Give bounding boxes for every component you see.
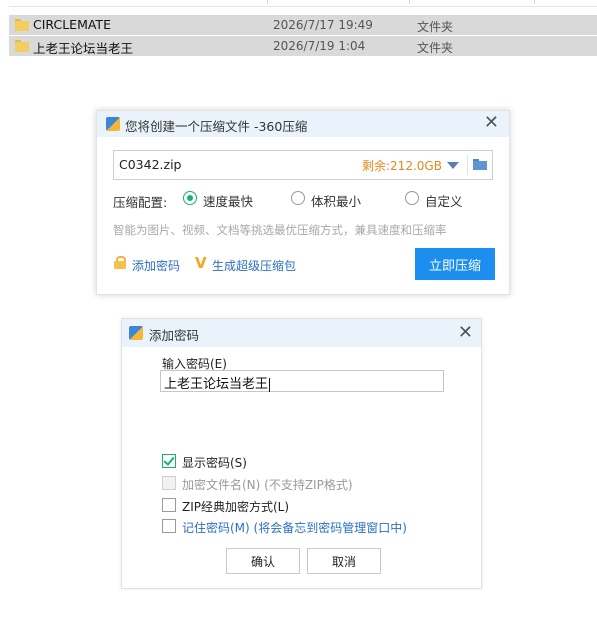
app-360zip-icon [129, 326, 143, 340]
dialog-title: 您将创建一个压缩文件 -360压缩 [125, 119, 308, 134]
password-value: 上老王论坛当老王 [164, 377, 269, 392]
password-input[interactable]: 上老王论坛当老王 [160, 370, 444, 392]
compress-now-button[interactable]: 立即压缩 [415, 248, 495, 280]
output-filename[interactable]: C0342.zip [119, 157, 181, 172]
compress-hint: 智能为图片、视频、文档等挑选最优压缩方式，兼具速度和压缩率 [113, 223, 447, 237]
file-name: CIRCLEMATE [33, 17, 111, 32]
file-date: 2026/7/17 19:49 [273, 18, 373, 32]
vip-v-icon[interactable]: V [195, 254, 207, 272]
confirm-button[interactable]: 确认 [226, 548, 300, 574]
checkbox-label: ZIP经典加密方式(L) [182, 500, 290, 514]
radio-label: 体积最小 [311, 194, 362, 209]
cancel-button[interactable]: 取消 [307, 548, 381, 574]
close-icon[interactable]: ✕ [458, 323, 473, 343]
radio-icon[interactable] [291, 191, 305, 205]
dialog-titlebar[interactable]: 添加密码 ✕ [122, 319, 481, 347]
dialog-titlebar[interactable]: 您将创建一个压缩文件 -360压缩 ✕ [97, 111, 509, 137]
checkbox-checked-icon[interactable] [162, 454, 176, 468]
file-type: 文件夹 [417, 20, 454, 34]
checkbox-label: 记住密码(M) (将会备忘到密码管理窗口中) [182, 521, 407, 535]
checkbox-icon[interactable] [162, 498, 176, 512]
free-space-label: 剩余:212.0GB [362, 159, 442, 173]
output-path-field[interactable]: C0342.zip 剩余:212.0GB [113, 150, 493, 180]
close-icon[interactable]: ✕ [484, 113, 499, 133]
file-date: 2026/7/19 1:04 [273, 39, 366, 53]
divider [467, 155, 468, 175]
text-caret [269, 377, 271, 392]
checkbox-icon [162, 476, 176, 490]
file-type: 文件夹 [417, 41, 454, 55]
dropdown-arrow-icon[interactable] [447, 162, 459, 169]
column-divider[interactable] [267, 0, 268, 4]
checkbox-label: 加密文件名(N) (不支持ZIP格式) [182, 478, 353, 492]
folder-icon [15, 40, 29, 52]
lock-icon[interactable] [114, 256, 126, 269]
dialog-title: 添加密码 [149, 328, 200, 343]
add-password-dialog: 添加密码 ✕ 输入密码(E) 上老王论坛当老王 显示密码(S) 加密文件名(N)… [121, 318, 482, 589]
file-row[interactable]: 上老王论坛当老王 2026/7/19 1:04 文件夹 [9, 36, 597, 56]
radio-icon[interactable] [405, 191, 419, 205]
file-list-header [9, 0, 597, 7]
radio-label: 自定义 [425, 194, 463, 209]
add-password-link[interactable]: 添加密码 [132, 257, 180, 274]
file-row[interactable]: CIRCLEMATE 2026/7/17 19:49 文件夹 [9, 15, 597, 35]
app-360zip-icon [106, 117, 120, 131]
compress-dialog: 您将创建一个压缩文件 -360压缩 ✕ C0342.zip 剩余:212.0GB… [96, 110, 510, 295]
column-divider[interactable] [409, 0, 410, 4]
compress-config-label: 压缩配置: [113, 195, 168, 210]
checkbox-label: 显示密码(S) [182, 456, 247, 470]
folder-icon [15, 19, 29, 31]
column-divider[interactable] [534, 0, 535, 4]
radio-label: 速度最快 [203, 194, 254, 209]
file-name: 上老王论坛当老王 [33, 41, 134, 56]
browse-folder-icon[interactable] [473, 159, 487, 170]
super-archive-link[interactable]: 生成超级压缩包 [212, 257, 296, 274]
radio-selected-icon[interactable] [183, 191, 197, 205]
checkbox-icon[interactable] [162, 519, 176, 533]
